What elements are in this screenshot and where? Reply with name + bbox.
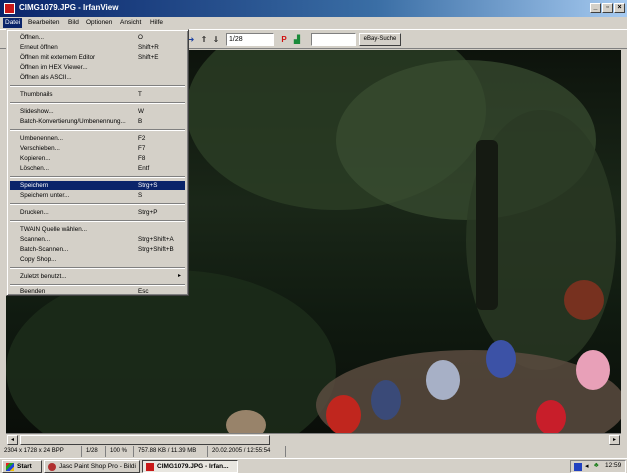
- menu-separator: [10, 129, 185, 131]
- photo-child: [486, 340, 516, 378]
- menu-item-move[interactable]: Verschieben... F7: [10, 144, 185, 153]
- clock: 12:59: [605, 462, 622, 469]
- scrollbar-thumb[interactable]: [20, 435, 270, 445]
- menu-separator: [10, 85, 185, 87]
- maximize-button[interactable]: ▫: [602, 3, 613, 13]
- menu-item-rename[interactable]: Umbenennen... F2: [10, 134, 185, 143]
- system-tray: ◂ ♣ 12:59: [570, 460, 626, 473]
- tray-app-icon[interactable]: ♣: [594, 462, 599, 469]
- menu-item-open-hex[interactable]: Öffnen im HEX Viewer...: [10, 63, 185, 72]
- windows-logo-icon: [6, 463, 14, 471]
- minimize-button[interactable]: _: [590, 3, 601, 13]
- task-paint-shop-pro[interactable]: Jasc Paint Shop Pro - Bildi: [44, 460, 140, 473]
- start-label: Start: [17, 463, 32, 470]
- horizontal-scrollbar[interactable]: ◂ ▸: [6, 433, 621, 445]
- page-down-icon[interactable]: ⇓: [212, 34, 220, 46]
- menu-item-slideshow[interactable]: Slideshow... W: [10, 107, 185, 116]
- paint-icon[interactable]: P: [279, 34, 289, 46]
- menu-item-open[interactable]: Öffnen... O: [10, 33, 185, 42]
- window-title: CIMG1079.JPG - IrfanView: [19, 3, 119, 12]
- scroll-right-icon[interactable]: ▸: [609, 435, 620, 445]
- paint-shop-pro-icon: [48, 463, 56, 471]
- menu-item-copy-shop[interactable]: Copy Shop...: [10, 255, 185, 264]
- status-zoom: 100 %: [108, 446, 134, 457]
- menu-separator: [10, 220, 185, 222]
- menu-separator: [10, 284, 185, 286]
- menu-item-open-ascii[interactable]: Öffnen als ASCII...: [10, 73, 185, 82]
- menu-separator: [10, 203, 185, 205]
- task-label: CIMG1079.JPG - Irfan...: [157, 463, 229, 470]
- irfanview-app-icon[interactable]: [4, 3, 15, 14]
- menu-item-print[interactable]: Drucken... Strg+P: [10, 208, 185, 217]
- page-field[interactable]: 1/28: [226, 33, 274, 46]
- submenu-arrow-icon: ▸: [177, 273, 181, 279]
- menu-separator: [10, 176, 185, 178]
- status-bar: 2304 x 1728 x 24 BPP 1/28 100 % 757.88 K…: [0, 446, 627, 457]
- menu-item-copy[interactable]: Kopieren... F8: [10, 154, 185, 163]
- menu-item-scan[interactable]: Scannen... Strg+Shift+A: [10, 235, 185, 244]
- menu-bar: Datei Bearbeiten Bild Optionen Ansicht H…: [0, 17, 627, 29]
- photo-child: [536, 400, 566, 433]
- status-filesize: 757.88 KB / 11.39 MB: [136, 446, 208, 457]
- menu-item-open-external[interactable]: Öffnen mit externem Editor Shift+E: [10, 53, 185, 62]
- title-bar: CIMG1079.JPG - IrfanView _ ▫ ×: [0, 0, 627, 17]
- start-button[interactable]: Start: [2, 460, 42, 473]
- menu-item-recent[interactable]: Zuletzt benutzt... ▸: [10, 272, 185, 281]
- photo-children-group: [316, 350, 621, 433]
- task-irfanview[interactable]: CIMG1079.JPG - Irfan...: [142, 460, 238, 473]
- menu-optionen[interactable]: Optionen: [84, 18, 114, 28]
- photo-child: [226, 410, 266, 433]
- file-menu-dropdown: Öffnen... O Erneut öffnen Shift+R Öffnen m…: [6, 29, 189, 296]
- status-dimensions: 2304 x 1728 x 24 BPP: [2, 446, 82, 457]
- scroll-left-icon[interactable]: ◂: [7, 435, 18, 445]
- photo-child: [326, 395, 361, 433]
- close-button[interactable]: ×: [614, 3, 625, 13]
- photo-child: [371, 380, 401, 420]
- speaker-icon[interactable]: ◂: [585, 462, 589, 470]
- taskbar: Start Jasc Paint Shop Pro - Bildi CIMG10…: [0, 458, 627, 473]
- menu-item-thumbnails[interactable]: Thumbnails T: [10, 90, 185, 99]
- photo-tree-trunk: [476, 140, 498, 310]
- photo-child: [426, 360, 460, 400]
- menu-item-batch-scan[interactable]: Batch-Scannen... Strg+Shift+B: [10, 245, 185, 254]
- menu-item-save[interactable]: Speichern Strg+S: [10, 181, 185, 190]
- menu-datei[interactable]: Datei: [3, 18, 23, 28]
- menu-item-reopen[interactable]: Erneut öffnen Shift+R: [10, 43, 185, 52]
- menu-item-exit[interactable]: Beenden Esc: [10, 287, 185, 296]
- menu-item-batch-conversion[interactable]: Batch-Konvertierung/Umbenennung... B: [10, 117, 185, 126]
- photo-child: [576, 350, 610, 390]
- search-input[interactable]: [311, 33, 356, 46]
- ebay-search-button[interactable]: eBay-Suche: [359, 33, 401, 46]
- menu-item-twain-source[interactable]: TWAIN Quelle wählen...: [10, 225, 185, 234]
- page-up-icon[interactable]: ⇑: [200, 34, 208, 46]
- menu-hilfe[interactable]: Hilfe: [148, 18, 165, 28]
- menu-ansicht[interactable]: Ansicht: [118, 18, 143, 28]
- menu-bearbeiten[interactable]: Bearbeiten: [26, 18, 61, 28]
- irfanview-icon: [146, 463, 154, 471]
- menu-bild[interactable]: Bild: [66, 18, 81, 28]
- image-icon[interactable]: ▟: [292, 34, 302, 46]
- menu-item-delete[interactable]: Löschen... Entf: [10, 164, 185, 173]
- status-datetime: 20.02.2005 / 12:55:54: [210, 446, 286, 457]
- menu-item-save-as[interactable]: Speichern unter... S: [10, 191, 185, 200]
- task-label: Jasc Paint Shop Pro - Bildi: [59, 463, 136, 470]
- photo-child: [564, 280, 604, 320]
- menu-separator: [10, 267, 185, 269]
- status-index: 1/28: [84, 446, 106, 457]
- menu-separator: [10, 102, 185, 104]
- tray-network-icon[interactable]: [574, 463, 582, 471]
